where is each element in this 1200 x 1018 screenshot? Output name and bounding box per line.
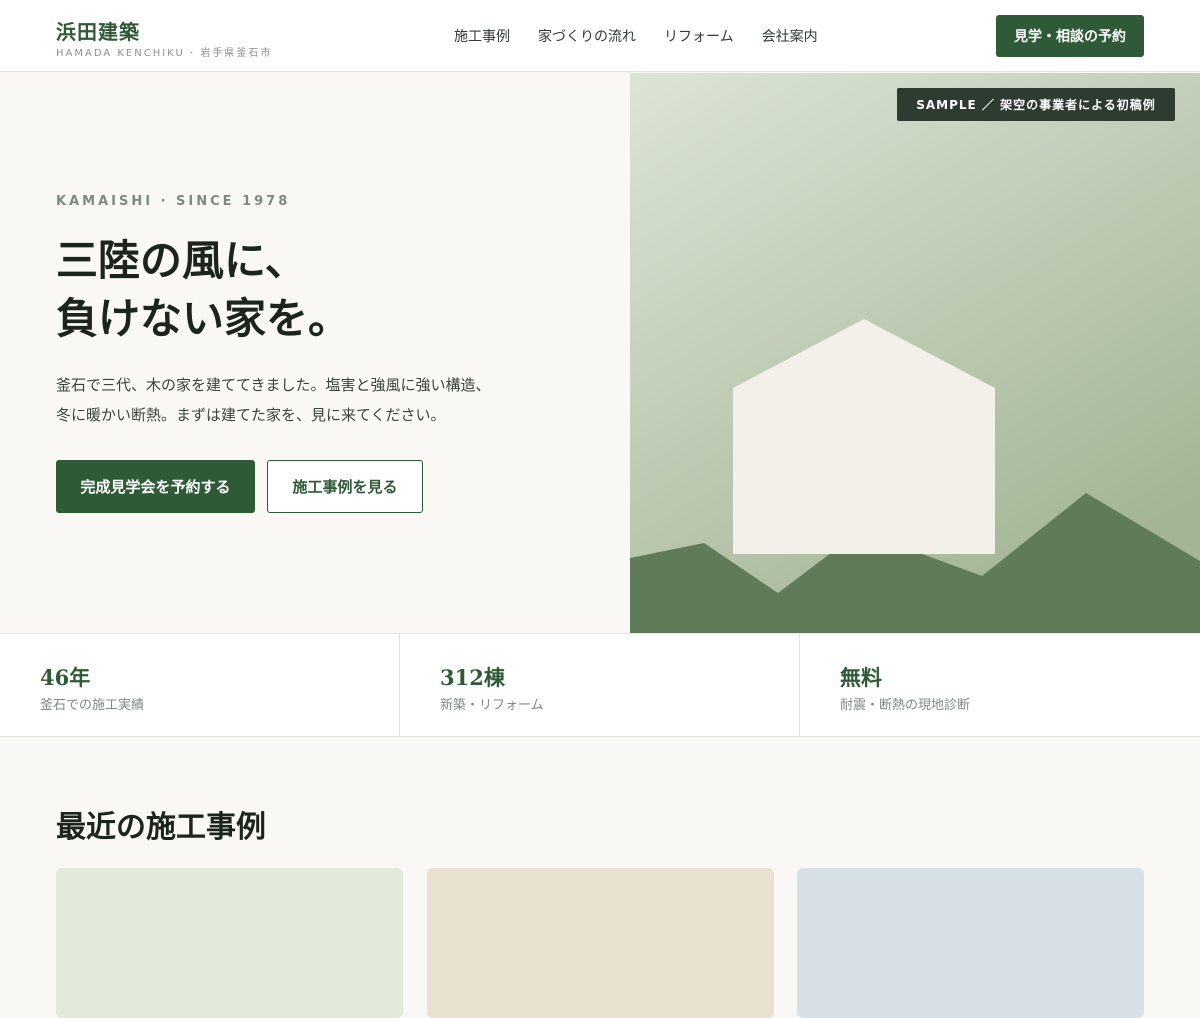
hero-illustration-svg	[630, 73, 1200, 633]
nav-item-process[interactable]: 家づくりの流れ	[538, 26, 636, 46]
work-card[interactable]	[56, 868, 403, 1018]
hero-headline-line: 負けない家を。	[56, 294, 351, 343]
main-nav: 施工事例 家づくりの流れ リフォーム 会社案内	[454, 26, 818, 46]
works-section-title: 最近の施工事例	[56, 810, 266, 845]
nav-item-works[interactable]: 施工事例	[454, 26, 510, 46]
stat-item: 312棟 新築・リフォーム	[400, 634, 800, 736]
stat-label: 耐震・断熱の現地診断	[840, 698, 971, 713]
nav-item-company[interactable]: 会社案内	[762, 26, 818, 46]
stat-value: 46年	[40, 665, 91, 690]
stat-label: 釜石での施工実績	[40, 698, 145, 713]
logo-subtitle: HAMADA KENCHIKU · 岩手県釜石市	[56, 48, 273, 59]
stat-item: 無料 耐震・断熱の現地診断	[800, 634, 1200, 736]
work-card[interactable]	[427, 868, 774, 1018]
view-works-button[interactable]: 施工事例を見る	[267, 460, 423, 513]
reserve-consult-button[interactable]: 見学・相談の予約	[996, 15, 1144, 57]
hero-lead-line: 冬に暖かい断熱。まずは建てた家を、見に来てください。	[56, 406, 446, 424]
hero-lead: 釜石で三代、木の家を建ててきました。塩害と強風に強い構造、 冬に暖かい断熱。まず…	[56, 370, 491, 430]
hero-headline-line: 三陸の風に、	[56, 236, 307, 285]
sample-badge: SAMPLE ／ 架空の事業者による初稿例	[897, 88, 1175, 121]
nav-item-reform[interactable]: リフォーム	[664, 26, 734, 46]
work-card[interactable]	[797, 868, 1144, 1018]
stat-label: 新築・リフォーム	[440, 698, 544, 713]
hero-lead-line: 釜石で三代、木の家を建ててきました。塩害と強風に強い構造、	[56, 376, 491, 394]
stat-value: 312棟	[440, 665, 505, 690]
hero-text-panel	[0, 73, 630, 633]
hero-eyebrow: KAMAISHI · SINCE 1978	[56, 194, 291, 209]
logo-title[interactable]: 浜田建築	[56, 16, 140, 45]
stat-item: 46年 釜石での施工実績	[0, 634, 400, 736]
book-open-house-button[interactable]: 完成見学会を予約する	[56, 460, 255, 513]
site-header: 浜田建築 HAMADA KENCHIKU · 岩手県釜石市 施工事例 家づくりの…	[0, 0, 1200, 72]
stats-bar: 46年 釜石での施工実績 312棟 新築・リフォーム 無料 耐震・断熱の現地診断	[0, 633, 1200, 737]
stat-value: 無料	[840, 665, 882, 690]
hero-headline: 三陸の風に、 負けない家を。	[56, 232, 350, 348]
hero-illustration	[630, 73, 1200, 633]
